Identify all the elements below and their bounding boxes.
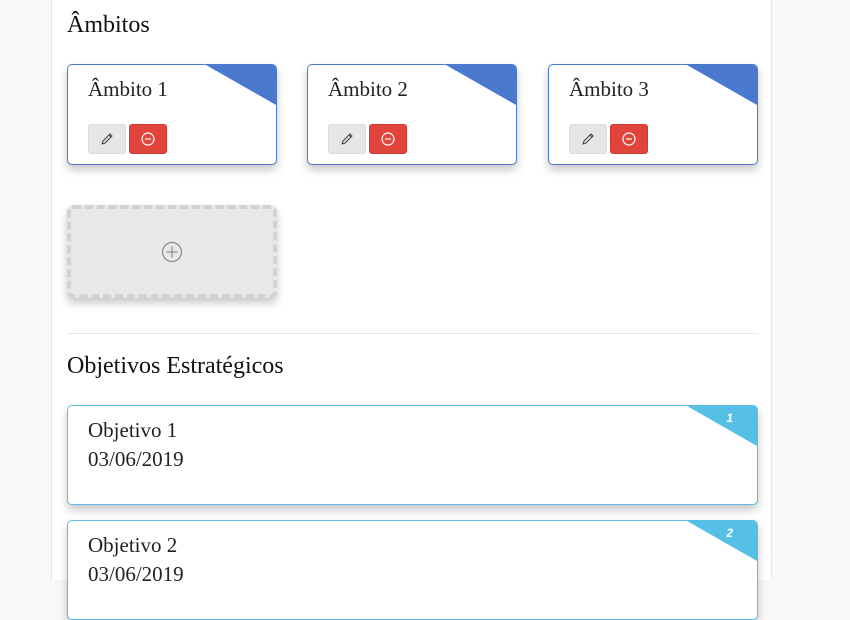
pencil-icon [101, 133, 113, 145]
card-corner-ribbon [687, 406, 757, 446]
remove-ambito-button[interactable] [610, 124, 648, 154]
objetivo-title: Objetivo 2 [88, 533, 178, 557]
objetivo-number-badge: 2 [726, 526, 733, 540]
edit-ambito-button[interactable] [569, 124, 607, 154]
ambito-card: Âmbito 1 [67, 64, 277, 165]
objetivo-card[interactable]: 1 Objetivo 1 03/06/2019 [67, 405, 758, 505]
remove-ambito-button[interactable] [129, 124, 167, 154]
section-divider [67, 333, 758, 334]
minus-circle-icon [381, 132, 395, 146]
pencil-icon [582, 133, 594, 145]
pencil-icon [341, 133, 353, 145]
objetivo-title: Objetivo 1 [88, 418, 178, 442]
ambito-card: Âmbito 2 [307, 64, 517, 165]
card-corner-ribbon [687, 65, 757, 105]
remove-ambito-button[interactable] [369, 124, 407, 154]
objetivo-number-badge: 1 [726, 411, 733, 425]
ambito-card: Âmbito 3 [548, 64, 758, 165]
add-ambito-button[interactable] [67, 205, 277, 298]
edit-ambito-button[interactable] [88, 124, 126, 154]
ambitos-section-title: Âmbitos [67, 12, 150, 38]
ambito-card-title: Âmbito 2 [328, 77, 408, 101]
objetivos-section-title: Objetivos Estratégicos [67, 353, 284, 379]
card-corner-ribbon [446, 65, 516, 105]
edit-ambito-button[interactable] [328, 124, 366, 154]
objetivo-card[interactable]: 2 Objetivo 2 03/06/2019 [67, 520, 758, 620]
ambito-card-title: Âmbito 3 [569, 77, 649, 101]
objetivo-date: 03/06/2019 [88, 447, 184, 471]
card-corner-ribbon [206, 65, 276, 105]
minus-circle-icon [141, 132, 155, 146]
minus-circle-icon [622, 132, 636, 146]
ambito-card-title: Âmbito 1 [88, 77, 168, 101]
card-corner-ribbon [687, 521, 757, 561]
plus-circle-icon [161, 241, 183, 262]
main-panel: Âmbitos Âmbito 1 Âmbito 2 Âmbito 3 Objet… [51, 0, 772, 620]
objetivo-date: 03/06/2019 [88, 562, 184, 586]
